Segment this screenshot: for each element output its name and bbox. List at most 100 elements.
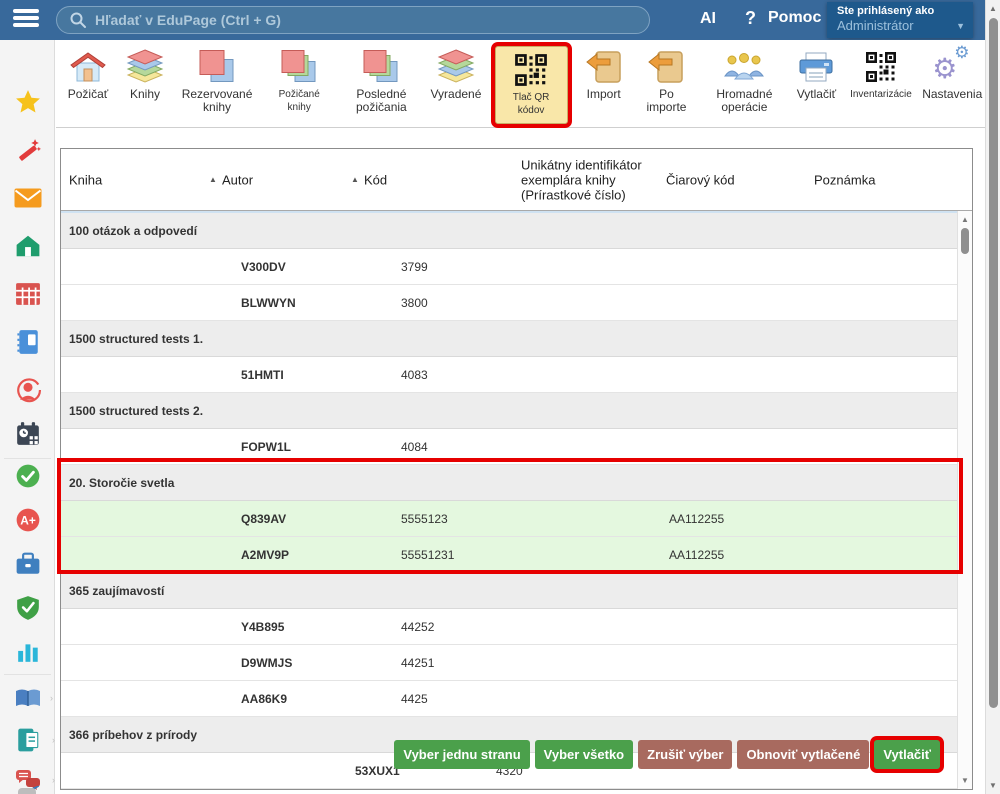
table-row-selected[interactable]: Q839AV5555123AA112255 [61,501,957,537]
table-row[interactable]: BLWWYN 3800 [61,285,957,321]
toolbar-item-rezervovane-knihy[interactable]: Rezervované knihy [176,44,258,122]
table-row[interactable]: AA86K94425 [61,681,957,717]
search-input[interactable]: Hľadať v EduPage (Ctrl + G) [56,6,650,34]
select-all-button[interactable]: Vyber všetko [535,740,633,769]
sidebar-item-agenda[interactable] [0,546,55,582]
toolbar-item-import[interactable]: Import [578,44,630,122]
sidebar-item-statistics[interactable] [0,634,55,670]
page-scrollbar[interactable]: ▲ ▼ [985,0,1000,794]
cell-kod: 53XUX1 [355,764,400,778]
envelope-icon [14,187,42,209]
table-group-row[interactable]: 1500 structured tests 2. [61,393,957,429]
star-icon [15,89,41,115]
sidebar-item-classbook[interactable] [0,324,55,360]
sort-asc-icon[interactable]: ▲ [209,174,217,183]
sidebar-item-grades[interactable]: A+ [0,502,55,538]
toolbar-item-posledne-pozicania[interactable]: Posledné požičania [340,44,422,122]
column-header-ciarovy-kod[interactable]: Čiarový kód [666,172,735,187]
sidebar-item-admin[interactable] [0,590,55,626]
scroll-down-icon[interactable]: ▼ [958,776,972,785]
toolbar-item-tlac-qr-kodov[interactable]: Tlač QR kódov [495,46,568,124]
sidebar-item-substitution[interactable] [0,372,55,408]
sidebar-item-attendance[interactable] [0,458,55,494]
hamburger-menu-icon[interactable] [13,9,41,31]
cell-kod: V300DV [241,260,286,274]
notebook-icon [16,329,40,355]
column-header-poznamka[interactable]: Poznámka [814,172,875,187]
sidebar-item-timetable[interactable] [0,276,55,312]
print-button[interactable]: Vytlačiť [874,740,940,769]
table-row[interactable]: FOPW1L4084 [61,429,957,465]
sidebar-item-home[interactable] [0,228,55,264]
magic-wand-icon [15,137,41,163]
toolbar-item-inventarizacie[interactable]: Inventarizácie [847,44,914,122]
edupage-library-window: Hľadať v EduPage (Ctrl + G) AI ? Pomoc S… [0,0,1000,794]
toolbar-item-po-importe[interactable]: Po importe [635,44,699,122]
sidebar-item-library[interactable]: › [0,680,55,716]
shield-check-icon [16,595,40,621]
printer-icon [798,46,834,88]
table-row[interactable]: 51HMTI 4083 [61,357,957,393]
cell-kod: AA86K9 [241,692,287,706]
toolbar-item-vytlacit[interactable]: Vytlačiť [790,44,842,122]
logged-in-as-label: Ste prihlásený ako [837,5,963,17]
toolbar-item-pozicat[interactable]: Požičať [62,44,114,122]
column-header-autor[interactable]: Autor [222,172,253,187]
sidebar-item-messages[interactable] [0,180,55,216]
sidebar-item-favorites[interactable] [0,84,55,120]
table-scrollbar-thumb[interactable] [961,228,969,254]
sidebar-item-planner[interactable] [0,416,55,452]
column-header-unikatny-identifikator[interactable]: Unikátny identifikátor exemplára knihy (… [521,157,671,202]
help-button[interactable]: ? Pomoc [745,9,821,27]
scroll-up-icon[interactable]: ▲ [986,4,1000,13]
column-header-kniha[interactable]: Kniha [69,172,102,187]
cell-kod: BLWWYN [241,296,296,310]
select-one-page-button[interactable]: Vyber jednu stranu [394,740,529,769]
table-row[interactable]: Y4B89544252 [61,609,957,645]
toolbar-item-vyradene[interactable]: Vyradené [427,44,484,122]
cell-kod: D9WMJS [241,656,292,670]
page-scrollbar-thumb[interactable] [989,18,998,708]
toolbar-item-nastavenia[interactable]: ⚙⚙ Nastavenia [919,44,985,122]
scroll-down-icon[interactable]: ▼ [986,781,1000,790]
qr-code-icon [513,49,549,91]
toolbar-item-pozicane-knihy[interactable]: Požičané knihy [263,44,335,122]
table-group-row[interactable]: 100 otázok a odpovedí [61,213,957,249]
group-title: 100 otázok a odpovedí [69,224,197,238]
sidebar-item-wizard[interactable] [0,132,55,168]
scroll-up-icon[interactable]: ▲ [958,215,972,224]
import-arrow-icon [648,46,684,88]
search-icon [69,11,87,29]
column-header-kod[interactable]: Kód [364,172,387,187]
sidebar-item-lessons[interactable]: › [0,722,55,758]
cell-identifikator: 44252 [401,620,434,634]
top-bar: Hľadať v EduPage (Ctrl + G) AI ? Pomoc S… [0,0,1000,40]
cell-identifikator: 4083 [401,368,428,382]
cards-two-icon [198,46,236,88]
journal-icon [16,727,40,753]
sort-asc-icon[interactable]: ▲ [351,174,359,183]
ai-button[interactable]: AI [700,10,716,28]
toolbar-item-knihy[interactable]: Knihy [119,44,171,122]
table-scrollbar[interactable]: ▲ ▼ [957,211,972,789]
cell-identifikator: 44251 [401,656,434,670]
timetable-grid-icon [15,282,41,306]
restore-printed-button[interactable]: Obnoviť vytlačené [737,740,869,769]
cancel-selection-button[interactable]: Zrušiť výber [638,740,732,769]
check-circle-icon [15,463,41,489]
toolbar-item-hromadne-operacie[interactable]: Hromadné operácie [703,44,785,122]
table-row-selected[interactable]: A2MV9P55551231AA112255 [61,537,957,573]
table-group-row[interactable]: 365 zaujímavostí [61,573,957,609]
cell-kod: 51HMTI [241,368,284,382]
table-group-row-highlighted[interactable]: 20. Storočie svetla [61,465,957,501]
table-row[interactable]: D9WMJS 44251 [61,645,957,681]
cards-three-icon [362,46,400,88]
group-title: 1500 structured tests 2. [69,404,203,418]
user-menu[interactable]: Ste prihlásený ako Administrátor ▼ [827,2,973,38]
help-label: Pomoc [768,9,821,27]
table-row[interactable]: V300DV3799 [61,249,957,285]
table-group-row[interactable]: 1500 structured tests 1. [61,321,957,357]
grade-a-plus-icon: A+ [15,507,41,533]
cell-identifikator: 3800 [401,296,428,310]
search-placeholder: Hľadať v EduPage (Ctrl + G) [95,12,281,28]
